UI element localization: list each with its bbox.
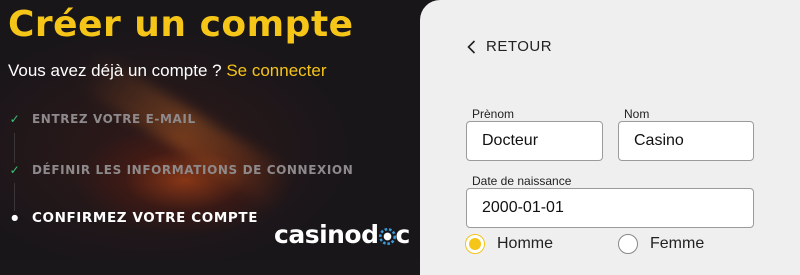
gender-label: Homme [497,235,554,252]
radio-unselected-icon [618,234,638,254]
step-login-info: ✓ Définir les informations de connexion [8,163,353,177]
step-label: Définir les informations de connexion [32,163,354,177]
lastname-field: Nom [618,107,754,161]
back-button[interactable]: RETOUR [467,38,552,55]
step-confirm: ● Confirmez votre compte [8,210,258,226]
step-connector [14,183,15,211]
casinodoc-logo: casinod c [274,220,410,249]
step-email: ✓ Entrez votre e-mail [8,112,196,126]
birthdate-input[interactable] [466,188,754,228]
step-connector [14,133,15,163]
radio-selected-icon [465,234,485,254]
check-icon: ✓ [9,112,21,126]
gender-option-femme[interactable]: Femme [618,234,704,254]
chevron-left-icon [467,39,476,54]
gender-option-homme[interactable]: Homme [465,234,553,254]
subtitle: Vous avez déjà un compte ? Se connecter [8,61,327,81]
form-panel: RETOUR Prènom Nom Date de naissance Homm… [420,0,800,275]
bullet-icon: ● [11,213,19,222]
step-label: Confirmez votre compte [32,210,259,226]
gender-label: Femme [650,235,705,252]
lastname-input[interactable] [618,121,754,161]
birthdate-label: Date de naissance [472,174,572,188]
back-label: RETOUR [486,38,553,55]
left-panel: Créer un compte Vous avez déjà un compte… [0,0,430,260]
login-link[interactable]: Se connecter [226,61,326,80]
chip-icon [378,228,396,245]
check-icon: ✓ [9,163,21,177]
firstname-field: Prènom [466,107,603,161]
lastname-label: Nom [624,107,650,121]
firstname-input[interactable] [466,121,603,161]
subtitle-text: Vous avez déjà un compte ? [8,61,227,80]
page-title: Créer un compte [8,4,354,45]
step-label: Entrez votre e-mail [32,112,196,126]
birthdate-field: Date de naissance [466,174,754,228]
firstname-label: Prènom [472,107,515,121]
